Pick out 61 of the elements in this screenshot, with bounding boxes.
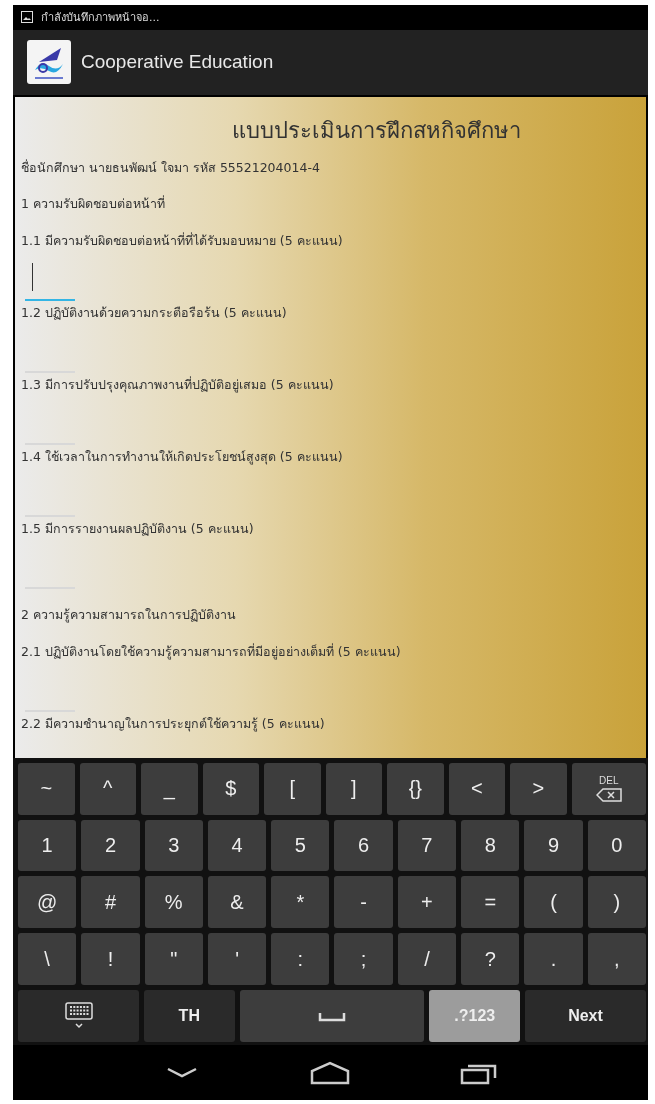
keyboard-key[interactable]: 8: [461, 819, 520, 872]
keyboard-key[interactable]: <: [448, 762, 506, 815]
keyboard-key[interactable]: {}: [387, 762, 444, 815]
keyboard-key[interactable]: $: [202, 762, 260, 815]
question-label: 1.2 ปฏิบัติงานด้วยความกระตือรือร้น (5 คะแนน): [21, 303, 288, 322]
keyboard-key[interactable]: ): [587, 876, 646, 929]
keyboard-key[interactable]: >: [510, 762, 567, 815]
keyboard-key[interactable]: &: [207, 876, 267, 929]
keyboard-key[interactable]: ': [207, 933, 267, 986]
backspace-icon: [595, 788, 622, 803]
keyboard-key[interactable]: !: [81, 933, 140, 986]
keyboard-key[interactable]: %: [144, 876, 203, 929]
keyboard-key[interactable]: \: [18, 933, 77, 986]
keyboard-key[interactable]: 1: [18, 819, 77, 872]
student-info: ชื่อนักศึกษา นายธนพัฒน์ ใจมา รหัส 55521204014-4: [21, 158, 321, 177]
keyboard-key[interactable]: ^: [79, 762, 137, 815]
keyboard-key[interactable]: (: [524, 876, 583, 929]
question-label: 2.2 มีความชำนาญในการประยุกต์ใช้ความรู้ (5 คะแนน): [21, 714, 326, 734]
section-heading: 2 ความรู้ความสามารถในการปฏิบัติงาน: [21, 605, 237, 625]
keyboard-key[interactable]: *: [271, 876, 330, 929]
app-title: Cooperative Education: [81, 51, 274, 74]
keyboard-key[interactable]: #: [81, 876, 140, 929]
keyboard-key[interactable]: 0: [587, 819, 646, 872]
keyboard-key[interactable]: 6: [334, 819, 393, 872]
delete-key[interactable]: DEL: [571, 762, 646, 815]
keyboard-key[interactable]: :: [271, 933, 330, 986]
keyboard-key[interactable]: /: [397, 933, 457, 986]
notification-text: กำลังบันทึกภาพหน้าจอ...: [41, 10, 160, 27]
keyboard-key[interactable]: @: [18, 876, 77, 929]
keyboard-key[interactable]: +: [397, 876, 457, 929]
section-heading: 1 ความรับผิดชอบต่อหน้าที่: [21, 194, 166, 213]
keyboard-key[interactable]: 9: [524, 819, 583, 872]
keyboard-key[interactable]: ?: [461, 933, 520, 986]
keyboard-key[interactable]: -: [334, 876, 393, 929]
home-button[interactable]: [309, 1060, 350, 1085]
keyboard-key[interactable]: 4: [207, 819, 267, 872]
keyboard-key[interactable]: _: [141, 762, 198, 815]
keyboard-key[interactable]: Next: [525, 990, 646, 1043]
question-label: 1.4 ใช้เวลาในการทำงานให้เกิดประโยชน์สูงสุด (5 คะแนน): [21, 447, 344, 467]
keyboard-key[interactable]: .: [524, 933, 583, 986]
form-title: แบบประเมินการฝึกสหกิจศึกษา: [232, 116, 521, 145]
keyboard-key[interactable]: 7: [397, 819, 457, 872]
question-label: 1.5 มีการรายงานผลปฏิบัติงาน (5 คะแนน): [21, 519, 255, 538]
question-label: 1.1 มีความรับผิดชอบต่อหน้าที่ที่ได้รับมอบหมาย (5 คะแนน): [21, 231, 344, 250]
screenshot-icon: [21, 11, 33, 24]
question-label: 1.3 มีการปรับปรุงคุณภาพงานที่ปฏิบัติอยู่เสมอ (5 คะแนน): [21, 375, 335, 395]
keyboard-key[interactable]: 5: [271, 819, 330, 872]
keyboard-key[interactable]: 3: [144, 819, 203, 872]
keyboard-key[interactable]: ~: [18, 762, 75, 815]
keyboard-key[interactable]: [: [264, 762, 321, 815]
keyboard-switch-key[interactable]: [18, 990, 139, 1043]
keyboard-key[interactable]: ]: [325, 762, 383, 815]
keyboard-key[interactable]: ": [144, 933, 203, 986]
app-logo-icon: [27, 40, 71, 85]
keyboard-key[interactable]: 2: [81, 819, 140, 872]
keyboard-key[interactable]: ;: [334, 933, 393, 986]
space-key[interactable]: [239, 990, 425, 1043]
keyboard-key[interactable]: TH: [144, 990, 235, 1043]
keyboard-key[interactable]: =: [461, 876, 520, 929]
keyboard-key[interactable]: ,: [587, 933, 646, 986]
question-label: 2.1 ปฏิบัติงานโดยใช้ความรู้ความสามารถที่มีอยู่อย่างเต็มที่ (5 คะแนน): [21, 642, 402, 662]
